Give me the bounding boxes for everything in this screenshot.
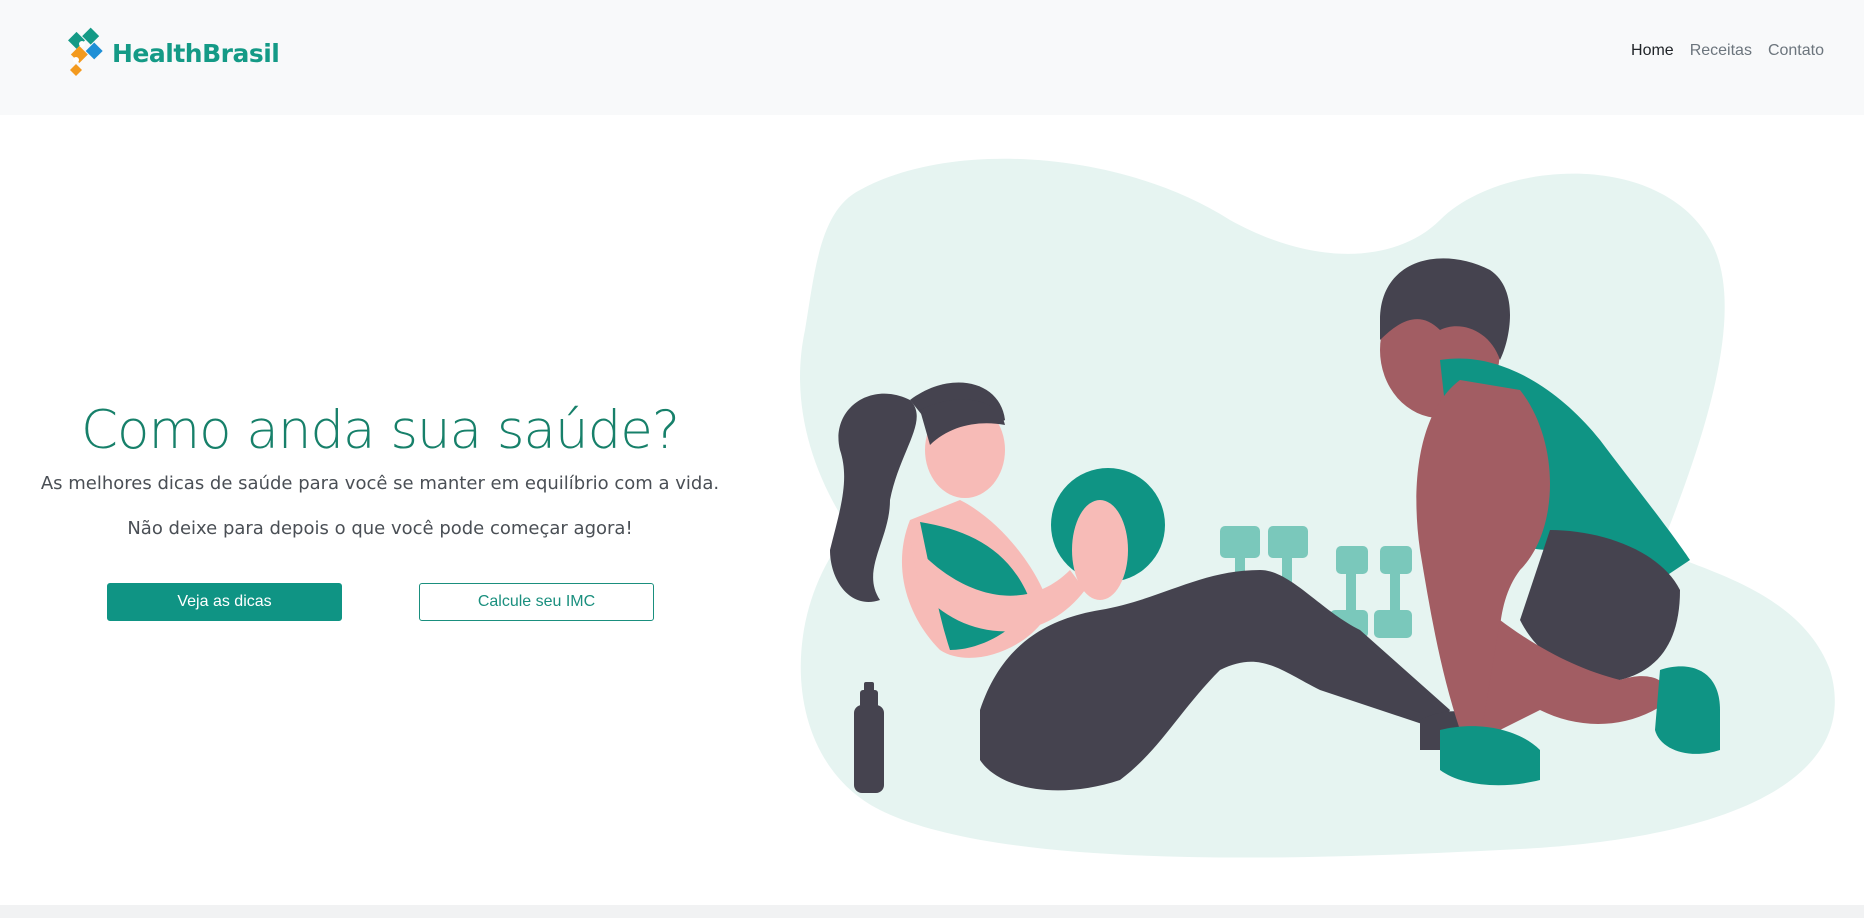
hero-subtitle: As melhores dicas de saúde para você se … (40, 473, 720, 494)
hero-title: Como anda sua saúde? (81, 400, 680, 461)
brand-name: HealthBrasil (112, 38, 280, 68)
fitness-workout-illustration (800, 150, 1850, 870)
bmi-calculator-button[interactable]: Calcule seu IMC (419, 583, 654, 621)
nav-links: Home Receitas Contato (1631, 42, 1824, 60)
nav-link-receitas[interactable]: Receitas (1690, 42, 1752, 60)
tips-button[interactable]: Veja as dicas (107, 583, 342, 621)
top-navbar: HealthBrasil Home Receitas Contato (0, 0, 1864, 115)
hero-subtitle-2: Não deixe para depois o que você pode co… (127, 518, 633, 539)
hero-text: Como anda sua saúde? As melhores dicas d… (0, 400, 760, 539)
nav-link-contato[interactable]: Contato (1768, 42, 1824, 60)
footer-strip (0, 905, 1864, 918)
healthbrasil-logo-icon (62, 20, 108, 86)
nav-link-home[interactable]: Home (1631, 42, 1674, 60)
brand[interactable]: HealthBrasil (62, 20, 280, 86)
